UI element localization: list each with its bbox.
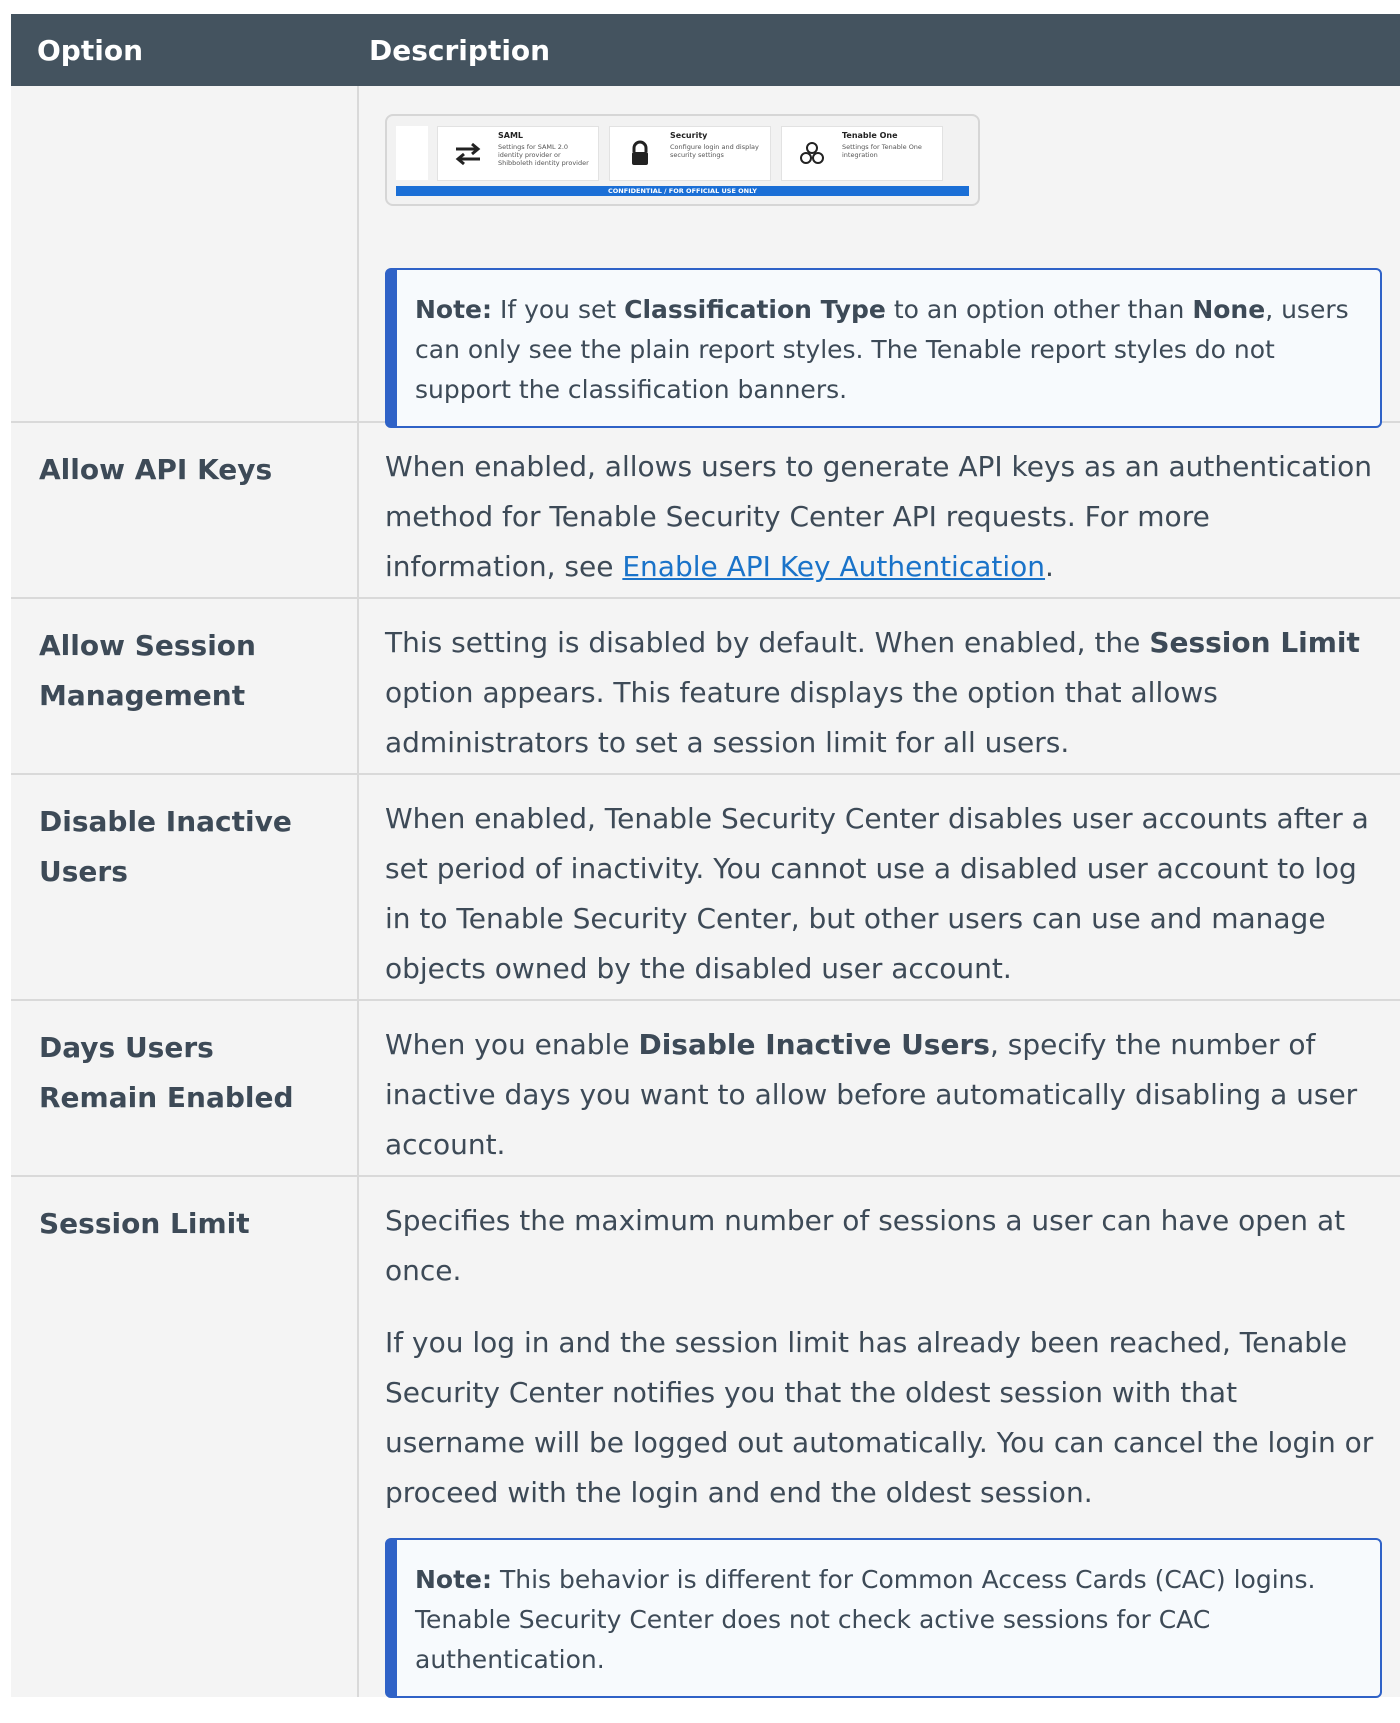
option-session-limit: Session Limit	[11, 1177, 359, 1697]
settings-screenshot-thumbnail: SAML Settings for SAML 2.0 identity prov…	[385, 114, 980, 206]
table-row: Allow API Keys When enabled, allows user…	[11, 423, 1400, 599]
description-cell: SAML Settings for SAML 2.0 identity prov…	[359, 86, 1400, 428]
classification-banner: CONFIDENTIAL / FOR OFFICIAL USE ONLY	[396, 186, 969, 196]
header-description: Description	[369, 33, 551, 67]
description-cell: When enabled, allows users to generate A…	[385, 450, 1373, 583]
table-row: Days Users Remain Enabled When you enabl…	[11, 1001, 1400, 1177]
header-option: Option	[37, 33, 143, 67]
swap-arrows-icon	[455, 142, 481, 166]
option-allow-session-management: Allow Session Management	[11, 599, 359, 773]
hexagon-cluster-icon	[800, 142, 824, 164]
description-cell: This setting is disabled by default. Whe…	[385, 626, 1360, 759]
security-card: Security Configure login and display sec…	[609, 126, 771, 181]
note-box: Note: This behavior is different for Com…	[385, 1538, 1382, 1698]
table-header: Option Description	[11, 14, 1400, 86]
description-cell: Specifies the maximum number of sessions…	[359, 1177, 1400, 1698]
option-disable-inactive-users: Disable Inactive Users	[11, 775, 359, 999]
tenable-one-card: Tenable One Settings for Tenable One int…	[781, 126, 943, 181]
table-row: Session Limit Specifies the maximum numb…	[11, 1177, 1400, 1698]
option-cell	[11, 86, 359, 421]
option-allow-api-keys: Allow API Keys	[11, 423, 359, 597]
options-table: Option Description SAML Settings for SAM…	[11, 14, 1400, 1698]
description-cell: When enabled, Tenable Security Center di…	[385, 802, 1369, 985]
description-cell: When you enable Disable Inactive Users, …	[385, 1028, 1358, 1161]
note-box: Note: If you set Classification Type to …	[385, 268, 1382, 428]
table-row: Disable Inactive Users When enabled, Ten…	[11, 775, 1400, 1001]
table-row: SAML Settings for SAML 2.0 identity prov…	[11, 86, 1400, 428]
lock-icon	[632, 140, 648, 165]
enable-api-key-auth-link[interactable]: Enable API Key Authentication	[622, 550, 1045, 583]
saml-card: SAML Settings for SAML 2.0 identity prov…	[437, 126, 599, 181]
option-days-users-remain-enabled: Days Users Remain Enabled	[11, 1001, 359, 1175]
table-row: Allow Session Management This setting is…	[11, 599, 1400, 775]
